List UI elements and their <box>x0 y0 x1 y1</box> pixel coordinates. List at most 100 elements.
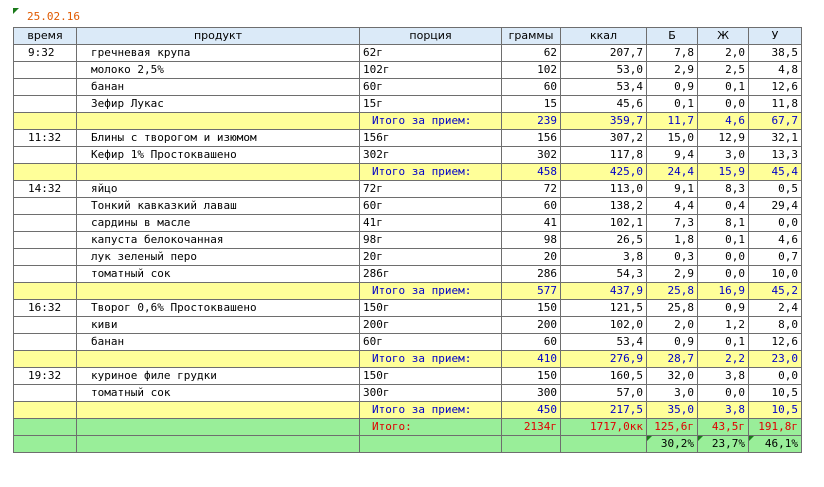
fat-cell[interactable]: 0,0 <box>697 265 749 283</box>
product-cell[interactable]: Тонкий кавказкий лаваш <box>76 197 360 215</box>
carbs-cell[interactable]: 0,5 <box>748 180 802 198</box>
empty-cell[interactable] <box>501 435 561 453</box>
subtotal-label[interactable]: Итого за прием: <box>359 350 502 368</box>
kcal-cell[interactable]: 102,1 <box>560 214 647 232</box>
product-cell[interactable]: Блины с творогом и изюмом <box>76 129 360 147</box>
empty-cell[interactable] <box>13 112 77 130</box>
empty-cell[interactable] <box>359 435 502 453</box>
fat-cell[interactable]: 2,0 <box>697 44 749 62</box>
empty-cell[interactable] <box>76 282 360 300</box>
product-cell[interactable]: Творог 0,6% Простоквашено <box>76 299 360 317</box>
time-cell[interactable]: 11:32 <box>13 129 77 147</box>
portion-cell[interactable]: 60г <box>359 78 502 96</box>
header-protein[interactable]: Б <box>646 27 698 45</box>
kcal-cell[interactable]: 160,5 <box>560 367 647 385</box>
fat-cell[interactable]: 0,0 <box>697 384 749 402</box>
grams-cell[interactable]: 60 <box>501 197 561 215</box>
fat-cell[interactable]: 3,8 <box>697 367 749 385</box>
subtotal-protein[interactable]: 35,0 <box>646 401 698 419</box>
fat-cell[interactable]: 8,1 <box>697 214 749 232</box>
product-cell[interactable]: томатный сок <box>76 384 360 402</box>
subtotal-fat[interactable]: 16,9 <box>697 282 749 300</box>
kcal-cell[interactable]: 113,0 <box>560 180 647 198</box>
fat-cell[interactable]: 0,0 <box>697 248 749 266</box>
time-cell[interactable] <box>13 146 77 164</box>
protein-cell[interactable]: 32,0 <box>646 367 698 385</box>
grams-cell[interactable]: 15 <box>501 95 561 113</box>
total-label[interactable]: Итого: <box>359 418 502 436</box>
carbs-cell[interactable]: 0,0 <box>748 214 802 232</box>
empty-cell[interactable] <box>13 350 77 368</box>
portion-cell[interactable]: 20г <box>359 248 502 266</box>
product-cell[interactable]: капуста белокочанная <box>76 231 360 249</box>
kcal-cell[interactable]: 57,0 <box>560 384 647 402</box>
subtotal-fat[interactable]: 2,2 <box>697 350 749 368</box>
empty-cell[interactable] <box>76 401 360 419</box>
portion-cell[interactable]: 72г <box>359 180 502 198</box>
subtotal-label[interactable]: Итого за прием: <box>359 112 502 130</box>
time-cell[interactable] <box>13 95 77 113</box>
kcal-cell[interactable]: 53,0 <box>560 61 647 79</box>
subtotal-label[interactable]: Итого за прием: <box>359 401 502 419</box>
protein-cell[interactable]: 0,1 <box>646 95 698 113</box>
protein-cell[interactable]: 0,9 <box>646 333 698 351</box>
carbs-cell[interactable]: 12,6 <box>748 333 802 351</box>
subtotal-protein[interactable]: 11,7 <box>646 112 698 130</box>
subtotal-label[interactable]: Итого за прием: <box>359 282 502 300</box>
subtotal-protein[interactable]: 25,8 <box>646 282 698 300</box>
protein-cell[interactable]: 9,4 <box>646 146 698 164</box>
protein-cell[interactable]: 4,4 <box>646 197 698 215</box>
subtotal-protein[interactable]: 24,4 <box>646 163 698 181</box>
grams-cell[interactable]: 60 <box>501 78 561 96</box>
time-cell[interactable] <box>13 214 77 232</box>
product-cell[interactable]: яйцо <box>76 180 360 198</box>
kcal-cell[interactable]: 307,2 <box>560 129 647 147</box>
empty-cell[interactable] <box>76 350 360 368</box>
empty-cell[interactable] <box>76 163 360 181</box>
empty-cell[interactable] <box>13 401 77 419</box>
protein-cell[interactable]: 3,0 <box>646 384 698 402</box>
kcal-cell[interactable]: 53,4 <box>560 78 647 96</box>
product-cell[interactable]: банан <box>76 333 360 351</box>
portion-cell[interactable]: 98г <box>359 231 502 249</box>
total-protein[interactable]: 125,6г <box>646 418 698 436</box>
protein-cell[interactable]: 0,3 <box>646 248 698 266</box>
grams-cell[interactable]: 302 <box>501 146 561 164</box>
grams-cell[interactable]: 300 <box>501 384 561 402</box>
grams-cell[interactable]: 150 <box>501 299 561 317</box>
portion-cell[interactable]: 156г <box>359 129 502 147</box>
portion-cell[interactable]: 15г <box>359 95 502 113</box>
header-fat[interactable]: Ж <box>697 27 749 45</box>
portion-cell[interactable]: 102г <box>359 61 502 79</box>
carbs-cell[interactable]: 38,5 <box>748 44 802 62</box>
fat-cell[interactable]: 0,1 <box>697 78 749 96</box>
empty-cell[interactable] <box>13 282 77 300</box>
protein-cell[interactable]: 1,8 <box>646 231 698 249</box>
fat-cell[interactable]: 12,9 <box>697 129 749 147</box>
grams-cell[interactable]: 200 <box>501 316 561 334</box>
protein-cell[interactable]: 15,0 <box>646 129 698 147</box>
subtotal-carbs[interactable]: 23,0 <box>748 350 802 368</box>
grams-cell[interactable]: 72 <box>501 180 561 198</box>
subtotal-fat[interactable]: 4,6 <box>697 112 749 130</box>
grams-cell[interactable]: 41 <box>501 214 561 232</box>
empty-cell[interactable] <box>13 418 77 436</box>
subtotal-carbs[interactable]: 45,4 <box>748 163 802 181</box>
empty-cell[interactable] <box>13 435 77 453</box>
total-fat[interactable]: 43,5г <box>697 418 749 436</box>
time-cell[interactable]: 9:32 <box>13 44 77 62</box>
portion-cell[interactable]: 286г <box>359 265 502 283</box>
fat-cell[interactable]: 1,2 <box>697 316 749 334</box>
subtotal-grams[interactable]: 450 <box>501 401 561 419</box>
subtotal-grams[interactable]: 577 <box>501 282 561 300</box>
grams-cell[interactable]: 60 <box>501 333 561 351</box>
header-grams[interactable]: граммы <box>501 27 561 45</box>
empty-cell[interactable] <box>76 112 360 130</box>
grams-cell[interactable]: 98 <box>501 231 561 249</box>
time-cell[interactable] <box>13 384 77 402</box>
header-kcal[interactable]: ккал <box>560 27 647 45</box>
carbs-cell[interactable]: 32,1 <box>748 129 802 147</box>
time-cell[interactable] <box>13 248 77 266</box>
percent-carbs[interactable]: 46,1% <box>748 435 802 453</box>
product-cell[interactable]: гречневая крупа <box>76 44 360 62</box>
